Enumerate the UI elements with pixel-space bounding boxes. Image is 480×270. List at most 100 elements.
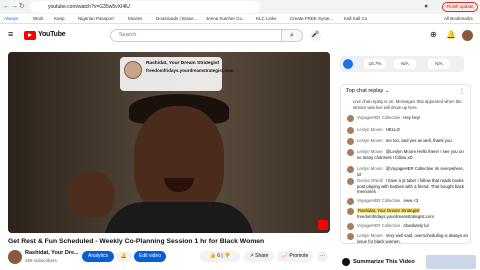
chat-message[interactable]: Leslyn Moore me too, and yes as well, tha… (347, 138, 469, 145)
account-avatar[interactable] (462, 30, 473, 41)
bookmarks-bar: Always Work Keep Nigerian Passport Movie… (0, 14, 480, 24)
extension-logo-icon[interactable] (343, 59, 353, 69)
chat-message[interactable]: Leslyn Moore @VoyageHER Collective Im eve… (347, 166, 469, 177)
browser-toolbar: ← → ↻ youtube.com/watch?v=G35w5vXI4lU ● … (0, 0, 480, 14)
edit-video-button[interactable]: Edit video (134, 251, 166, 262)
chat-message[interactable]: Leslyn Moore HELLO (347, 127, 469, 134)
bookmark-item[interactable]: Jenna Kutcher Co... (206, 14, 246, 24)
chat-message[interactable]: VoyageHER Collective Hey hey! (347, 115, 469, 122)
subscriber-count: 269 subscribers (25, 258, 57, 263)
chat-avatar (347, 149, 354, 156)
bookmark-item[interactable]: Work (33, 14, 43, 24)
chat-author: Leslyn Moore (357, 233, 383, 238)
search-input[interactable]: Search (110, 29, 282, 42)
chevron-down-icon: ⌄ (384, 88, 390, 94)
search-icon: ⌕ (290, 32, 294, 39)
video-frame-face (134, 106, 224, 216)
chat-replay-notice: Live chat replay is on. Messages that ap… (353, 99, 462, 110)
back-icon[interactable]: ← (3, 0, 10, 14)
extension-stat: N/A (394, 59, 416, 69)
chat-avatar (347, 223, 354, 230)
video-frame-shirt (104, 202, 254, 233)
chat-header[interactable]: Top chat replay ⌄ (346, 88, 389, 94)
chat-author: VoyageHER Collective (357, 223, 401, 228)
video-overlay-card: Rashidat, Your Dream Strategist freedomf… (120, 57, 234, 91)
chat-text: HELLO (385, 127, 400, 132)
chat-avatar (347, 198, 354, 205)
share-label: Share (255, 253, 269, 259)
bookmark-item[interactable]: Keep (54, 14, 65, 24)
chat-message[interactable]: Rashidat, Your Dream Strategist freedomfr… (347, 208, 469, 219)
chat-message[interactable]: VoyageHER Collective Aww <3 (347, 198, 469, 205)
notifications-icon[interactable]: 🔔 (446, 30, 456, 39)
chat-author: Rashidat, Your Dream Strategist (357, 208, 421, 213)
more-actions-button[interactable]: ··· (317, 251, 328, 262)
chat-author: Donna ONeill (357, 178, 383, 183)
analytics-button[interactable]: Analytics (82, 251, 114, 262)
summarize-label: Summarize This Video (353, 259, 415, 265)
chat-author: VoyageHER Collective (357, 198, 401, 203)
chat-avatar (347, 166, 354, 173)
always-label: Always (4, 16, 19, 21)
extension-stat: N/A (428, 59, 450, 69)
summarize-icon (342, 258, 350, 266)
extension-stats-bar: 18.7% N/A N/A (340, 56, 464, 72)
chat-avatar (347, 115, 354, 122)
bell-icon: 🔔 (120, 253, 128, 259)
bookmark-item[interactable]: Downloads | Brave... (156, 14, 197, 24)
extension-stat: 18.7% (364, 59, 386, 69)
reload-icon[interactable]: ↻ (19, 0, 25, 14)
video-frame-fist (68, 172, 114, 218)
bookmark-item[interactable]: Create FREE Syste... (290, 14, 333, 24)
microphone-icon[interactable]: 🎤 (310, 30, 321, 41)
chat-message[interactable]: Donna ONeill I have a yt tuber i follow t… (347, 178, 469, 195)
chat-author: Leslyn Moore (357, 166, 383, 171)
chat-text: Aww <3 (403, 198, 419, 203)
overlay-avatar (124, 61, 142, 79)
bookmark-item[interactable]: KLC Links (256, 14, 277, 24)
chat-author: Leslyn Moore (357, 138, 383, 143)
chat-avatar (347, 208, 354, 215)
bookmark-item[interactable]: Movies (128, 14, 142, 24)
share-button[interactable]: ↗ Share (244, 251, 274, 262)
overlay-link: freedomfridays.yourdreamstrategist.com (146, 68, 234, 73)
chat-author: Leslyn Moore (357, 149, 383, 154)
search-button[interactable]: ⌕ (281, 29, 303, 42)
bookmark-item[interactable]: Kall Kall Co (344, 14, 367, 24)
chat-text: Absolutely lol (403, 223, 429, 228)
chat-avatar (347, 127, 354, 134)
chat-text: Hey hey! (403, 115, 421, 120)
chat-message[interactable]: VoyageHER Collective Absolutely lol (347, 223, 469, 230)
summary-thumbnail (426, 255, 476, 269)
promote-button[interactable]: 📈 Promote (277, 251, 313, 262)
menu-icon[interactable]: ≡ (8, 29, 13, 39)
chat-avatar (347, 178, 354, 185)
youtube-badge-icon (318, 220, 328, 230)
bookmark-item[interactable]: Nigerian Passport (78, 14, 114, 24)
live-chat-panel: Top chat replay ⌄ ⋮ Live chat replay is … (340, 84, 471, 244)
video-player[interactable]: Rashidat, Your Dream Strategist freedomf… (8, 52, 330, 233)
chat-message[interactable]: Leslyn Moore Very well said, overscheduli… (347, 233, 469, 244)
chat-text: me too, and yes as well, thank you (385, 138, 452, 143)
channel-name[interactable]: Rashidat, Your Dre... (25, 250, 79, 256)
youtube-header: ≡ YouTube Search ⌕ 🎤 ⊕ 🔔 (0, 25, 480, 47)
video-title: Get Rest & Fun Scheduled - Weekly Co-Pla… (8, 238, 265, 245)
chat-text: freedomfridays.yourdreamstrategist.com (357, 213, 434, 219)
promote-label: Promote (289, 253, 309, 259)
overlay-name: Rashidat, Your Dream Strategist (146, 61, 220, 66)
forward-icon[interactable]: → (11, 0, 18, 14)
finish-update-button[interactable]: Finish update (442, 2, 478, 12)
youtube-logo-icon[interactable] (24, 31, 36, 40)
chat-message[interactable]: Leslyn Moore @Leslyn Moore Hello there! I… (347, 149, 469, 160)
youtube-wordmark[interactable]: YouTube (38, 31, 66, 38)
thumbs-down-icon: | 👎 (220, 253, 231, 259)
profile-icon[interactable]: ● (424, 0, 428, 14)
like-button[interactable]: 👍 6 | 👎 (200, 251, 240, 262)
address-bar[interactable]: youtube.com/watch?v=G35w5vXI4lU (30, 1, 260, 13)
create-icon[interactable]: ⊕ (430, 30, 437, 39)
chat-avatar (347, 233, 354, 240)
all-bookmarks[interactable]: All Bookmarks (444, 14, 473, 24)
chat-menu-icon[interactable]: ⋮ (459, 88, 465, 95)
channel-avatar[interactable] (8, 250, 22, 264)
notification-bell-button[interactable]: 🔔 (116, 251, 132, 262)
